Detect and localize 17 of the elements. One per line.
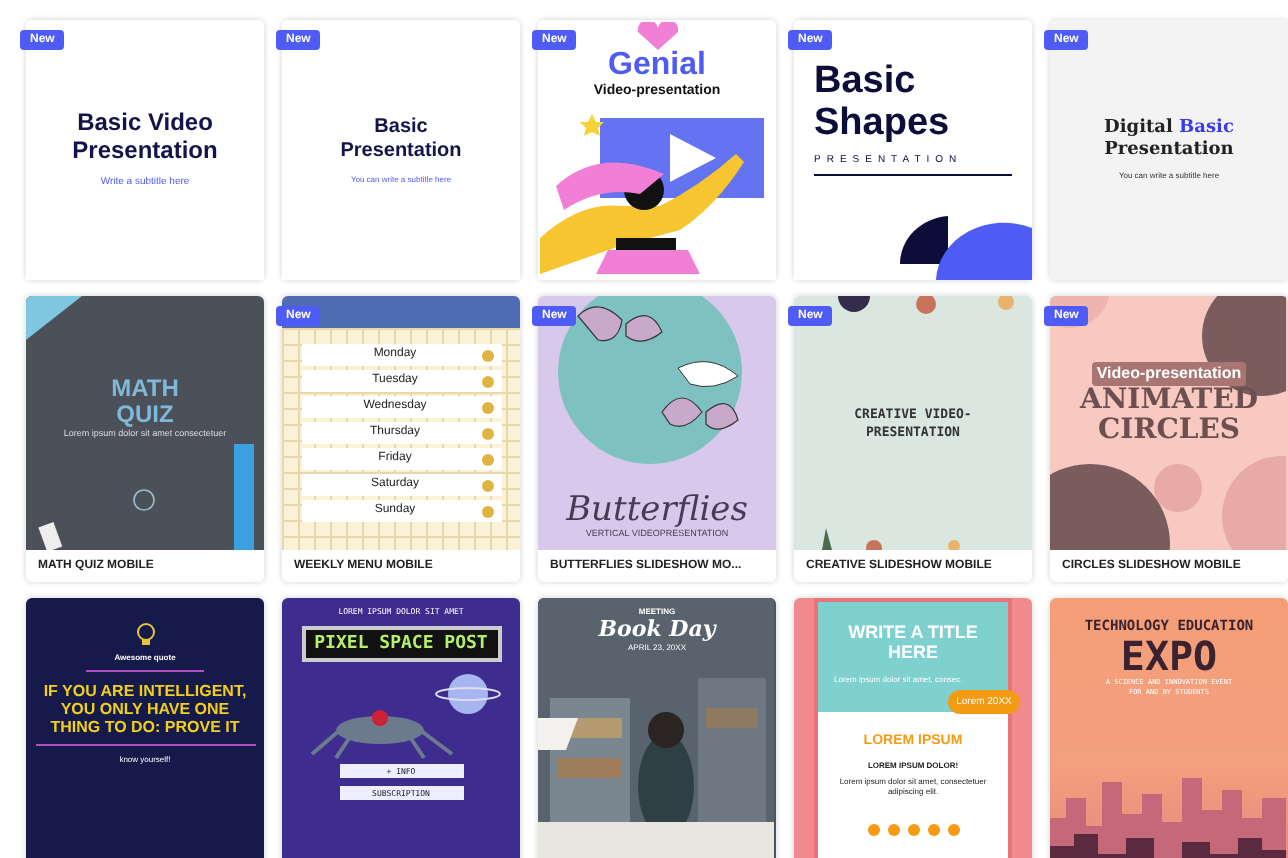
slide-title: ANIMATED CIRCLES [1077, 385, 1261, 445]
quote-text: IF YOU ARE INTELLIGENT, YOU ONLY HAVE ONE THING TO DO: PROVE IT [35, 682, 255, 746]
slide-title: Basic Shapes [814, 60, 952, 144]
slide-subtitle: Video-presentation [1092, 361, 1246, 385]
shapes-drawing [900, 216, 1032, 280]
slide-title: WRITE A TITLE HERE [846, 622, 980, 662]
heart-icon [633, 22, 681, 50]
slide-title: Digital Basic Presentation [1104, 118, 1234, 162]
slide-title: Butterflies [566, 492, 748, 529]
lightbulb-icon [135, 622, 155, 646]
slide-title: Book Day [598, 618, 716, 642]
slide-title: Genial [608, 50, 706, 82]
slide-title: MATH QUIZ [109, 376, 181, 429]
slide-title: EXPO [1120, 634, 1218, 678]
slide-title: PIXEL SPACE POST [301, 626, 501, 662]
slide-title: Basic Presentation [338, 115, 464, 163]
slide-title: Basic Video Presentation [70, 108, 220, 165]
